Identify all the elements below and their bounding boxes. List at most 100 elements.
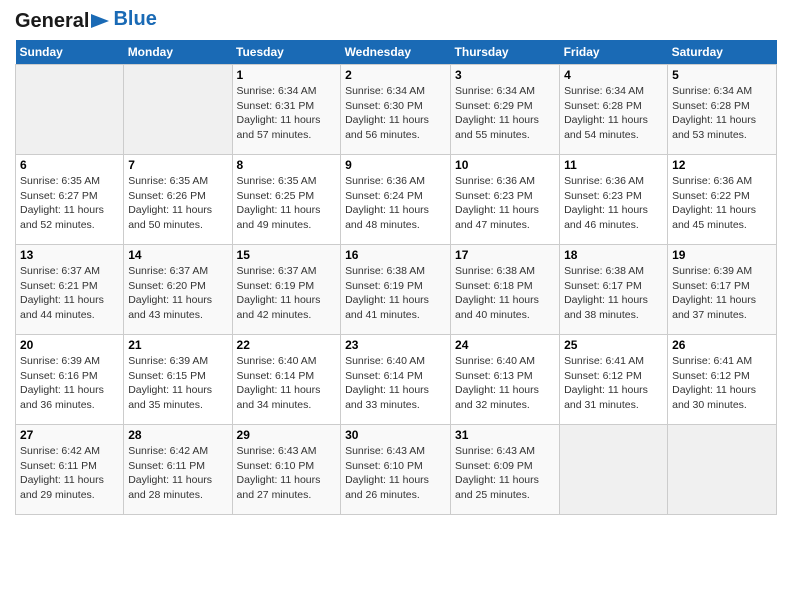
daylight: Daylight: 11 hours and 53 minutes.	[672, 114, 756, 141]
day-number: 25	[564, 338, 663, 352]
daylight: Daylight: 11 hours and 26 minutes.	[345, 474, 429, 501]
calendar-cell: 25 Sunrise: 6:41 AM Sunset: 6:12 PM Dayl…	[560, 335, 668, 425]
day-info: Sunrise: 6:40 AM Sunset: 6:14 PM Dayligh…	[237, 354, 337, 413]
day-number: 14	[128, 248, 227, 262]
calendar-cell	[668, 425, 777, 515]
daylight: Daylight: 11 hours and 46 minutes.	[564, 204, 648, 231]
logo-arrow-icon	[91, 10, 109, 32]
sunset: Sunset: 6:10 PM	[345, 460, 423, 472]
day-info: Sunrise: 6:34 AM Sunset: 6:28 PM Dayligh…	[672, 84, 772, 143]
sunset: Sunset: 6:28 PM	[564, 100, 642, 112]
day-number: 6	[20, 158, 119, 172]
sunset: Sunset: 6:27 PM	[20, 190, 98, 202]
day-number: 19	[672, 248, 772, 262]
daylight: Daylight: 11 hours and 41 minutes.	[345, 294, 429, 321]
logo-container: General	[15, 10, 109, 32]
day-number: 27	[20, 428, 119, 442]
daylight: Daylight: 11 hours and 57 minutes.	[237, 114, 321, 141]
sunrise: Sunrise: 6:38 AM	[564, 265, 644, 277]
sunset: Sunset: 6:10 PM	[237, 460, 315, 472]
daylight: Daylight: 11 hours and 50 minutes.	[128, 204, 212, 231]
day-info: Sunrise: 6:36 AM Sunset: 6:23 PM Dayligh…	[455, 174, 555, 233]
daylight: Daylight: 11 hours and 42 minutes.	[237, 294, 321, 321]
day-info: Sunrise: 6:34 AM Sunset: 6:29 PM Dayligh…	[455, 84, 555, 143]
day-info: Sunrise: 6:38 AM Sunset: 6:18 PM Dayligh…	[455, 264, 555, 323]
calendar-cell	[560, 425, 668, 515]
daylight: Daylight: 11 hours and 54 minutes.	[564, 114, 648, 141]
day-info: Sunrise: 6:43 AM Sunset: 6:09 PM Dayligh…	[455, 444, 555, 503]
sunrise: Sunrise: 6:43 AM	[237, 445, 317, 457]
daylight: Daylight: 11 hours and 55 minutes.	[455, 114, 539, 141]
calendar-cell: 9 Sunrise: 6:36 AM Sunset: 6:24 PM Dayli…	[341, 155, 451, 245]
calendar-week-row: 20 Sunrise: 6:39 AM Sunset: 6:16 PM Dayl…	[16, 335, 777, 425]
daylight: Daylight: 11 hours and 32 minutes.	[455, 384, 539, 411]
sunrise: Sunrise: 6:36 AM	[672, 175, 752, 187]
calendar-cell: 28 Sunrise: 6:42 AM Sunset: 6:11 PM Dayl…	[124, 425, 232, 515]
day-info: Sunrise: 6:37 AM Sunset: 6:20 PM Dayligh…	[128, 264, 227, 323]
day-info: Sunrise: 6:34 AM Sunset: 6:30 PM Dayligh…	[345, 84, 446, 143]
sunset: Sunset: 6:22 PM	[672, 190, 750, 202]
day-number: 1	[237, 68, 337, 82]
calendar-cell: 18 Sunrise: 6:38 AM Sunset: 6:17 PM Dayl…	[560, 245, 668, 335]
day-info: Sunrise: 6:36 AM Sunset: 6:24 PM Dayligh…	[345, 174, 446, 233]
sunrise: Sunrise: 6:37 AM	[237, 265, 317, 277]
day-info: Sunrise: 6:40 AM Sunset: 6:14 PM Dayligh…	[345, 354, 446, 413]
logo: General Blue	[15, 10, 157, 32]
calendar-cell: 20 Sunrise: 6:39 AM Sunset: 6:16 PM Dayl…	[16, 335, 124, 425]
day-number: 21	[128, 338, 227, 352]
sunrise: Sunrise: 6:34 AM	[237, 85, 317, 97]
sunrise: Sunrise: 6:39 AM	[128, 355, 208, 367]
daylight: Daylight: 11 hours and 37 minutes.	[672, 294, 756, 321]
calendar-cell: 2 Sunrise: 6:34 AM Sunset: 6:30 PM Dayli…	[341, 65, 451, 155]
sunset: Sunset: 6:11 PM	[20, 460, 97, 472]
logo-blue: Blue	[113, 8, 156, 31]
daylight: Daylight: 11 hours and 34 minutes.	[237, 384, 321, 411]
day-of-week-header: Sunday	[16, 40, 124, 65]
daylight: Daylight: 11 hours and 49 minutes.	[237, 204, 321, 231]
logo-general: General	[15, 11, 89, 31]
day-of-week-header: Monday	[124, 40, 232, 65]
day-info: Sunrise: 6:43 AM Sunset: 6:10 PM Dayligh…	[237, 444, 337, 503]
sunrise: Sunrise: 6:34 AM	[672, 85, 752, 97]
sunset: Sunset: 6:23 PM	[455, 190, 533, 202]
calendar-cell: 31 Sunrise: 6:43 AM Sunset: 6:09 PM Dayl…	[451, 425, 560, 515]
sunset: Sunset: 6:24 PM	[345, 190, 423, 202]
sunset: Sunset: 6:14 PM	[237, 370, 315, 382]
sunrise: Sunrise: 6:36 AM	[455, 175, 535, 187]
day-number: 31	[455, 428, 555, 442]
calendar-cell: 15 Sunrise: 6:37 AM Sunset: 6:19 PM Dayl…	[232, 245, 341, 335]
day-number: 29	[237, 428, 337, 442]
sunrise: Sunrise: 6:36 AM	[345, 175, 425, 187]
daylight: Daylight: 11 hours and 52 minutes.	[20, 204, 104, 231]
day-number: 28	[128, 428, 227, 442]
day-number: 3	[455, 68, 555, 82]
day-info: Sunrise: 6:35 AM Sunset: 6:25 PM Dayligh…	[237, 174, 337, 233]
daylight: Daylight: 11 hours and 44 minutes.	[20, 294, 104, 321]
sunrise: Sunrise: 6:35 AM	[128, 175, 208, 187]
day-info: Sunrise: 6:35 AM Sunset: 6:26 PM Dayligh…	[128, 174, 227, 233]
sunrise: Sunrise: 6:35 AM	[237, 175, 317, 187]
daylight: Daylight: 11 hours and 33 minutes.	[345, 384, 429, 411]
day-number: 23	[345, 338, 446, 352]
calendar-cell: 27 Sunrise: 6:42 AM Sunset: 6:11 PM Dayl…	[16, 425, 124, 515]
sunrise: Sunrise: 6:40 AM	[455, 355, 535, 367]
day-info: Sunrise: 6:37 AM Sunset: 6:21 PM Dayligh…	[20, 264, 119, 323]
sunrise: Sunrise: 6:43 AM	[345, 445, 425, 457]
day-number: 13	[20, 248, 119, 262]
sunset: Sunset: 6:26 PM	[128, 190, 206, 202]
calendar-cell	[124, 65, 232, 155]
day-of-week-header: Tuesday	[232, 40, 341, 65]
calendar-cell: 6 Sunrise: 6:35 AM Sunset: 6:27 PM Dayli…	[16, 155, 124, 245]
daylight: Daylight: 11 hours and 40 minutes.	[455, 294, 539, 321]
sunset: Sunset: 6:23 PM	[564, 190, 642, 202]
sunrise: Sunrise: 6:36 AM	[564, 175, 644, 187]
calendar-cell: 29 Sunrise: 6:43 AM Sunset: 6:10 PM Dayl…	[232, 425, 341, 515]
sunset: Sunset: 6:15 PM	[128, 370, 206, 382]
day-info: Sunrise: 6:41 AM Sunset: 6:12 PM Dayligh…	[672, 354, 772, 413]
day-info: Sunrise: 6:39 AM Sunset: 6:17 PM Dayligh…	[672, 264, 772, 323]
day-number: 9	[345, 158, 446, 172]
sunset: Sunset: 6:17 PM	[564, 280, 642, 292]
sunrise: Sunrise: 6:43 AM	[455, 445, 535, 457]
calendar-cell: 16 Sunrise: 6:38 AM Sunset: 6:19 PM Dayl…	[341, 245, 451, 335]
calendar-cell: 11 Sunrise: 6:36 AM Sunset: 6:23 PM Dayl…	[560, 155, 668, 245]
